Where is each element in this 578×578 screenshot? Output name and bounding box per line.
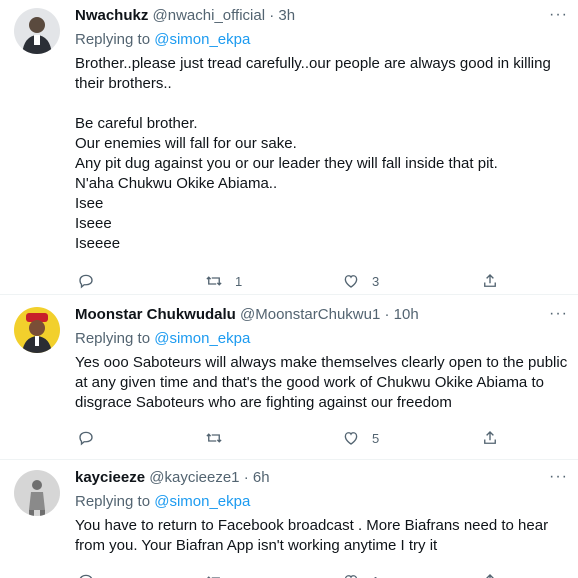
more-options-icon[interactable]: ··· [549, 305, 568, 323]
like-button[interactable]: 1 [342, 572, 379, 578]
timestamp[interactable]: 6h [253, 469, 270, 486]
retweet-count: 1 [235, 273, 243, 289]
separator-dot: · [269, 7, 275, 24]
tweet-line: You have to return to Facebook broadcast… [75, 517, 549, 554]
heart-icon [344, 432, 358, 445]
share-icon [484, 274, 496, 287]
reply-button[interactable] [77, 572, 107, 578]
like-button[interactable]: 3 [342, 272, 379, 290]
retweet-button[interactable]: 1 [205, 272, 242, 290]
retweet-icon [207, 576, 220, 578]
user-handle[interactable]: @MoonstarChukwu1 [240, 306, 380, 323]
share-icon [486, 574, 494, 578]
timestamp[interactable]: 3h [278, 7, 295, 24]
tweet-header: Nwachukz @nwachi_official · 3h [75, 6, 568, 26]
retweet-icon [206, 276, 222, 286]
heart-icon [344, 275, 358, 288]
tweet-actions: 5 [75, 429, 568, 449]
replying-to-mention[interactable]: @simon_ekpa [154, 31, 250, 48]
tweet-text: Yes ooo Saboteurs will always make thems… [75, 353, 568, 413]
separator-dot: · [243, 469, 249, 486]
display-name[interactable]: kaycieeze [75, 469, 145, 486]
tweet-feed: ··· Nwachukz @nwachi_official · 3h Reply… [0, 0, 578, 578]
tweet-line-blank [75, 94, 568, 114]
avatar[interactable] [14, 307, 60, 353]
reply-icon [79, 431, 93, 446]
tweet-header: Moonstar Chukwudalu @MoonstarChukwu1 · 1… [75, 305, 568, 325]
reply-button[interactable] [77, 429, 107, 447]
tweet-line: Be careful brother. [75, 115, 198, 132]
more-options-icon[interactable]: ··· [549, 6, 568, 24]
replying-to: Replying to @simon_ekpa [75, 329, 568, 349]
share-button[interactable] [481, 272, 499, 290]
tweet-line: Any pit dug against you or our leader th… [75, 155, 498, 172]
tweet-line: Iseeee [75, 235, 121, 252]
tweet-text: Brother..please just tread carefully..ou… [75, 54, 568, 254]
tweet[interactable]: ··· kaycieeze @kaycieeze1 · 6h Replying … [0, 460, 578, 578]
tweet-line: Isee [75, 195, 104, 212]
like-count: 3 [372, 273, 380, 289]
tweet-header: kaycieeze @kaycieeze1 · 6h [75, 468, 568, 488]
replying-to-label: Replying to [75, 330, 151, 347]
tweet-line: Iseee [75, 215, 112, 232]
separator-dot: · [384, 306, 390, 323]
like-count: 5 [372, 430, 380, 446]
reply-button[interactable] [77, 272, 107, 290]
replying-to-mention[interactable]: @simon_ekpa [154, 330, 250, 347]
share-icon [484, 431, 496, 444]
replying-to-label: Replying to [75, 31, 151, 48]
retweet-icon [206, 433, 222, 443]
tweet-line: Our enemies will fall for our sake. [75, 135, 297, 152]
like-button[interactable]: 5 [342, 429, 379, 447]
tweet-line: Yes ooo Saboteurs will always make thems… [75, 354, 568, 411]
reply-icon [79, 574, 93, 578]
retweet-button[interactable] [205, 429, 235, 447]
more-options-icon[interactable]: ··· [549, 468, 568, 486]
retweet-button[interactable] [205, 572, 235, 578]
replying-to-label: Replying to [75, 493, 151, 510]
like-count: 1 [372, 574, 379, 578]
replying-to: Replying to @simon_ekpa [75, 30, 568, 50]
heart-icon [344, 575, 358, 578]
share-button[interactable] [481, 572, 499, 578]
tweet-text: You have to return to Facebook broadcast… [75, 516, 568, 556]
share-button[interactable] [481, 429, 499, 447]
user-handle[interactable]: @kaycieeze1 [149, 469, 239, 486]
avatar[interactable] [14, 8, 60, 54]
tweet[interactable]: ··· Nwachukz @nwachi_official · 3h Reply… [0, 0, 578, 295]
tweet-actions: 1 3 [75, 272, 568, 292]
user-handle[interactable]: @nwachi_official [153, 7, 266, 24]
display-name[interactable]: Moonstar Chukwudalu [75, 306, 236, 323]
timestamp[interactable]: 10h [394, 306, 419, 323]
tweet[interactable]: ··· Moonstar Chukwudalu @MoonstarChukwu1… [0, 295, 578, 460]
replying-to-mention[interactable]: @simon_ekpa [154, 493, 250, 510]
replying-to: Replying to @simon_ekpa [75, 492, 568, 512]
reply-icon [79, 274, 93, 289]
tweet-line: Brother..please just tread carefully..ou… [75, 55, 551, 92]
display-name[interactable]: Nwachukz [75, 7, 148, 24]
tweet-line: N'aha Chukwu Okike Abiama.. [75, 175, 278, 192]
tweet-actions: 1 [75, 572, 568, 578]
avatar[interactable] [14, 470, 60, 516]
